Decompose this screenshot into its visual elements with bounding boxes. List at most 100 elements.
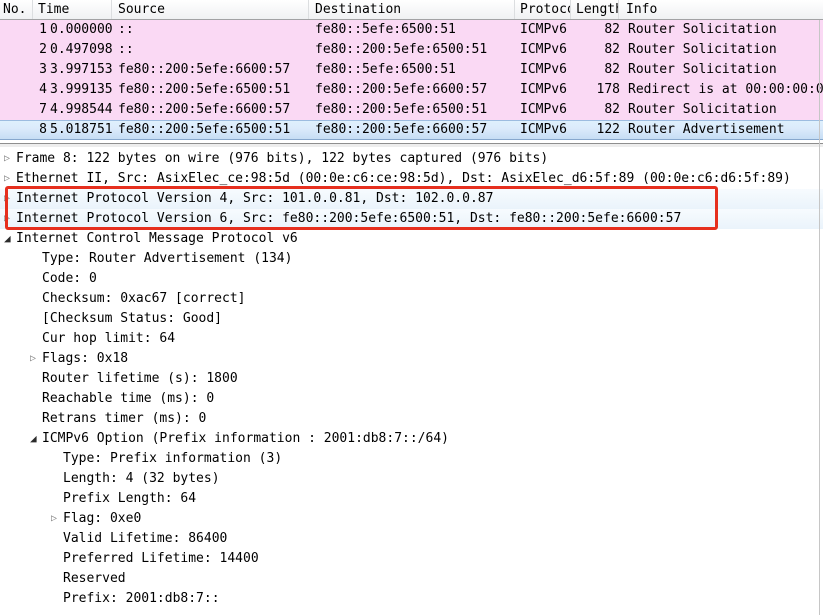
- detail-tree-label: Internet Protocol Version 6, Src: fe80::…: [16, 209, 681, 229]
- pane-splitter[interactable]: [0, 140, 823, 147]
- packet-row[interactable]: 74.998544fe80::200:5efe:6600:57fe80::200…: [0, 100, 823, 120]
- cell-info: Router Advertisement: [620, 121, 823, 139]
- cell-length: 82: [573, 40, 620, 60]
- cell-length: 82: [573, 100, 620, 120]
- cell-time: 0.497098: [50, 40, 115, 60]
- cell-destination: fe80::200:5efe:6600:57: [312, 80, 517, 100]
- cell-no: 2: [0, 40, 50, 60]
- column-header-source[interactable]: Source: [112, 0, 309, 19]
- detail-tree-label: Internet Control Message Protocol v6: [16, 229, 298, 249]
- detail-tree-label: ICMPv6 Option (Prefix information : 2001…: [42, 429, 449, 449]
- cell-info: Redirect is at 00:00:00:0: [620, 80, 823, 100]
- packet-row[interactable]: 20.497098::fe80::200:5efe:6500:51ICMPv68…: [0, 40, 823, 60]
- detail-tree-label: Prefix Length: 64: [63, 489, 196, 509]
- detail-tree-label: Type: Router Advertisement (134): [42, 249, 292, 269]
- cell-source: fe80::200:5efe:6600:57: [115, 60, 312, 80]
- expand-arrow-icon[interactable]: ▷: [51, 509, 63, 529]
- expand-arrow-icon[interactable]: ▷: [30, 349, 42, 369]
- detail-tree-label: Preferred Lifetime: 14400: [63, 549, 259, 569]
- wireshark-window: No. Time Source Destination Protocol Len…: [0, 0, 823, 615]
- column-header-time[interactable]: Time: [33, 0, 112, 19]
- packet-detail-pane: ▷Frame 8: 122 bytes on wire (976 bits), …: [0, 147, 823, 615]
- collapse-arrow-icon[interactable]: ◢: [30, 429, 42, 449]
- packet-row[interactable]: 85.018751fe80::200:5efe:6500:51fe80::200…: [0, 120, 823, 140]
- expand-arrow-icon[interactable]: ▷: [4, 189, 16, 209]
- detail-tree-item[interactable]: ▷Flags: 0x18: [0, 349, 823, 369]
- cell-info: Router Solicitation: [620, 60, 823, 80]
- detail-tree-item[interactable]: ◢Internet Control Message Protocol v6: [0, 229, 823, 249]
- detail-tree-label: [Checksum Status: Good]: [42, 309, 222, 329]
- cell-destination: fe80::5efe:6500:51: [312, 60, 517, 80]
- detail-tree-item[interactable]: Reserved: [0, 569, 823, 589]
- cell-time: 3.997153: [50, 60, 115, 80]
- cell-source: ::: [115, 40, 312, 60]
- detail-tree-label: Code: 0: [42, 269, 97, 289]
- detail-tree-item[interactable]: [Checksum Status: Good]: [0, 309, 823, 329]
- detail-tree-label: Reserved: [63, 569, 126, 589]
- cell-protocol: ICMPv6: [517, 40, 573, 60]
- detail-tree-label: Flags: 0x18: [42, 349, 128, 369]
- detail-tree-label: Frame 8: 122 bytes on wire (976 bits), 1…: [16, 149, 548, 169]
- cell-no: 7: [0, 100, 50, 120]
- detail-tree-item[interactable]: Cur hop limit: 64: [0, 329, 823, 349]
- expand-arrow-icon[interactable]: ▷: [4, 209, 16, 229]
- cell-source: fe80::200:5efe:6600:57: [115, 100, 312, 120]
- detail-tree-label: Cur hop limit: 64: [42, 329, 175, 349]
- column-header-length[interactable]: Length: [571, 0, 619, 19]
- cell-destination: fe80::5efe:6500:51: [312, 20, 517, 40]
- collapse-arrow-icon[interactable]: ◢: [4, 229, 16, 249]
- detail-tree-item[interactable]: Retrans timer (ms): 0: [0, 409, 823, 429]
- packet-row[interactable]: 10.000000::fe80::5efe:6500:51ICMPv682Rou…: [0, 20, 823, 40]
- detail-tree-label: Router lifetime (s): 1800: [42, 369, 238, 389]
- detail-tree-label: Valid Lifetime: 86400: [63, 529, 227, 549]
- cell-time: 4.998544: [50, 100, 115, 120]
- detail-tree-label: Internet Protocol Version 4, Src: 101.0.…: [16, 189, 493, 209]
- detail-tree-label: Ethernet II, Src: AsixElec_ce:98:5d (00:…: [16, 169, 791, 189]
- detail-tree-item[interactable]: Prefix: 2001:db8:7::: [0, 589, 823, 609]
- detail-tree-item[interactable]: Reachable time (ms): 0: [0, 389, 823, 409]
- detail-tree-item[interactable]: ▷Flag: 0xe0: [0, 509, 823, 529]
- detail-tree-item[interactable]: Code: 0: [0, 269, 823, 289]
- column-header-info[interactable]: Info: [619, 0, 823, 19]
- cell-no: 4: [0, 80, 50, 100]
- cell-protocol: ICMPv6: [517, 60, 573, 80]
- detail-tree-item[interactable]: Type: Router Advertisement (134): [0, 249, 823, 269]
- detail-tree-item[interactable]: ▷Internet Protocol Version 4, Src: 101.0…: [0, 189, 823, 209]
- cell-protocol: ICMPv6: [517, 20, 573, 40]
- detail-tree-item[interactable]: Type: Prefix information (3): [0, 449, 823, 469]
- column-header-protocol[interactable]: Protocol: [515, 0, 571, 19]
- cell-length: 82: [573, 60, 620, 80]
- column-header-destination[interactable]: Destination: [309, 0, 515, 19]
- column-header-no[interactable]: No.: [0, 0, 33, 19]
- cell-source: fe80::200:5efe:6500:51: [115, 80, 312, 100]
- detail-tree-label: Retrans timer (ms): 0: [42, 409, 206, 429]
- detail-tree-item[interactable]: Checksum: 0xac67 [correct]: [0, 289, 823, 309]
- cell-info: Router Solicitation: [620, 40, 823, 60]
- detail-tree-item[interactable]: ▷Internet Protocol Version 6, Src: fe80:…: [0, 209, 823, 229]
- detail-tree-item[interactable]: Prefix Length: 64: [0, 489, 823, 509]
- detail-tree-item[interactable]: ▷Frame 8: 122 bytes on wire (976 bits), …: [0, 149, 823, 169]
- expand-arrow-icon[interactable]: ▷: [4, 169, 16, 189]
- cell-source: fe80::200:5efe:6500:51: [115, 121, 312, 139]
- detail-tree-item[interactable]: Preferred Lifetime: 14400: [0, 549, 823, 569]
- detail-tree-item[interactable]: Valid Lifetime: 86400: [0, 529, 823, 549]
- detail-tree-item[interactable]: Router lifetime (s): 1800: [0, 369, 823, 389]
- detail-tree-label: Reachable time (ms): 0: [42, 389, 214, 409]
- detail-tree-label: Length: 4 (32 bytes): [63, 469, 220, 489]
- detail-tree-item[interactable]: ◢ICMPv6 Option (Prefix information : 200…: [0, 429, 823, 449]
- cell-no: 8: [0, 121, 50, 139]
- cell-no: 3: [0, 60, 50, 80]
- detail-tree-label: Type: Prefix information (3): [63, 449, 282, 469]
- expand-arrow-icon[interactable]: ▷: [4, 149, 16, 169]
- cell-length: 82: [573, 20, 620, 40]
- pane-right-edge: [819, 20, 820, 615]
- packet-list-header: No. Time Source Destination Protocol Len…: [0, 0, 823, 20]
- cell-destination: fe80::200:5efe:6600:57: [312, 121, 517, 139]
- cell-length: 122: [573, 121, 620, 139]
- packet-row[interactable]: 33.997153fe80::200:5efe:6600:57fe80::5ef…: [0, 60, 823, 80]
- packet-row[interactable]: 43.999135fe80::200:5efe:6500:51fe80::200…: [0, 80, 823, 100]
- cell-destination: fe80::200:5efe:6500:51: [312, 40, 517, 60]
- detail-tree-item[interactable]: Length: 4 (32 bytes): [0, 469, 823, 489]
- cell-time: 0.000000: [50, 20, 115, 40]
- detail-tree-item[interactable]: ▷Ethernet II, Src: AsixElec_ce:98:5d (00…: [0, 169, 823, 189]
